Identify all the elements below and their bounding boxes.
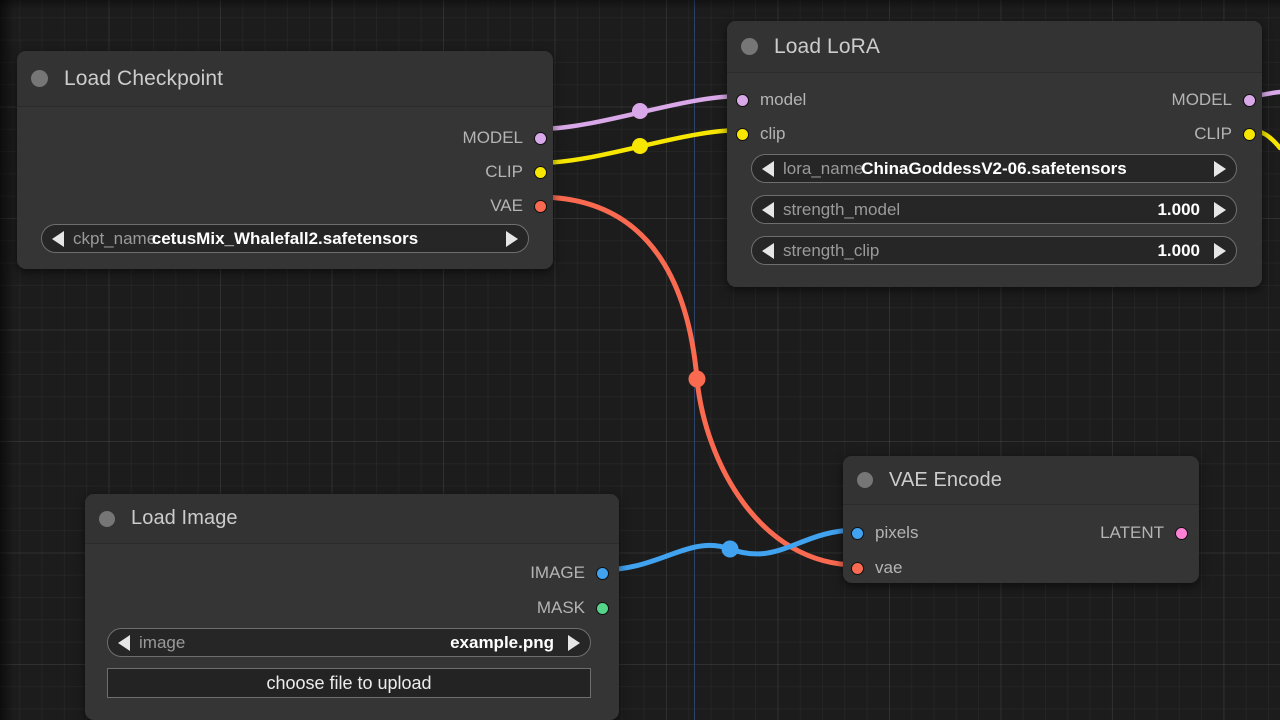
output-dot-mask[interactable] xyxy=(596,601,609,615)
output-dot-latent[interactable] xyxy=(1175,526,1188,540)
output-dot-model[interactable] xyxy=(1243,93,1256,107)
node-title-label: Load Checkpoint xyxy=(64,66,224,90)
input-slot-model[interactable]: model xyxy=(736,90,806,110)
link-clip-midpoint[interactable] xyxy=(632,138,648,154)
node-title-bar[interactable]: VAE Encode xyxy=(843,456,1199,505)
widget-strength-model[interactable]: strength_model 1.000 xyxy=(751,195,1237,224)
node-title-label: VAE Encode xyxy=(889,468,1002,491)
widget-lora-name[interactable]: lora_name ChinaGoddessV2-06.safetensors xyxy=(751,154,1237,183)
output-slot-label: LATENT xyxy=(1100,523,1164,542)
widget-value: example.png xyxy=(450,632,554,652)
output-slot-label: VAE xyxy=(490,196,523,215)
input-dot-vae[interactable] xyxy=(851,561,864,575)
input-dot-clip[interactable] xyxy=(736,127,749,141)
output-slot-label: MODEL xyxy=(1171,90,1232,109)
link-image-midpoint[interactable] xyxy=(721,540,739,558)
button-label: choose file to upload xyxy=(266,672,432,693)
widget-value: 1.000 xyxy=(1157,199,1200,219)
collapse-toggle-icon[interactable] xyxy=(99,510,115,527)
node-title-bar[interactable]: Load Image xyxy=(85,494,619,544)
widget-label: strength_clip xyxy=(783,240,880,260)
node-vae-encode[interactable]: VAE Encode pixels vae LATENT xyxy=(843,456,1199,583)
node-body: pixels vae LATENT xyxy=(843,505,1199,583)
output-slot-mask[interactable]: MASK xyxy=(537,598,609,618)
link-vae-midpoint[interactable] xyxy=(688,370,706,388)
node-load-lora[interactable]: Load LoRA model clip MODEL CLIP lora_nam… xyxy=(727,21,1262,287)
output-dot-model[interactable] xyxy=(534,131,547,145)
choose-file-to-upload-button[interactable]: choose file to upload xyxy=(107,668,591,698)
output-slot-label: IMAGE xyxy=(530,563,585,582)
node-title-bar[interactable]: Load LoRA xyxy=(727,21,1262,73)
node-body: model clip MODEL CLIP lora_name ChinaGod… xyxy=(727,73,1262,287)
node-title-bar[interactable]: Load Checkpoint xyxy=(17,51,553,107)
widget-value: ChinaGoddessV2-06.safetensors xyxy=(861,158,1127,178)
increment-arrow-icon[interactable] xyxy=(1214,201,1226,218)
widget-label: image xyxy=(139,632,186,652)
output-slot-label: CLIP xyxy=(485,162,523,181)
decrement-arrow-icon[interactable] xyxy=(762,201,774,218)
decrement-arrow-icon[interactable] xyxy=(52,230,64,247)
input-slot-label: vae xyxy=(875,558,903,577)
output-dot-vae[interactable] xyxy=(534,199,547,213)
widget-image[interactable]: image example.png xyxy=(107,628,591,657)
node-body: IMAGE MASK image example.png choose file… xyxy=(85,544,619,720)
output-dot-image[interactable] xyxy=(596,566,609,580)
decrement-arrow-icon[interactable] xyxy=(118,634,130,651)
node-load-image[interactable]: Load Image IMAGE MASK image example.png … xyxy=(85,494,619,720)
node-graph-canvas[interactable]: Load Checkpoint MODEL CLIP VAE ckpt_name… xyxy=(0,0,1280,720)
widget-value: cetusMix_Whalefall2.safetensors xyxy=(151,228,419,248)
input-slot-label: model xyxy=(760,90,807,109)
increment-arrow-icon[interactable] xyxy=(1214,242,1226,259)
collapse-toggle-icon[interactable] xyxy=(31,70,48,87)
output-slot-image[interactable]: IMAGE xyxy=(530,563,609,583)
output-slot-clip[interactable]: CLIP xyxy=(485,162,547,182)
input-dot-model[interactable] xyxy=(736,93,749,107)
node-title-label: Load LoRA xyxy=(774,34,880,58)
output-dot-clip[interactable] xyxy=(534,165,547,179)
increment-arrow-icon[interactable] xyxy=(568,634,580,651)
output-slot-clip[interactable]: CLIP xyxy=(1194,124,1256,144)
widget-value: 1.000 xyxy=(1157,240,1200,260)
decrement-arrow-icon[interactable] xyxy=(762,242,774,259)
node-body: MODEL CLIP VAE ckpt_name cetusMix_Whalef… xyxy=(17,107,553,269)
collapse-toggle-icon[interactable] xyxy=(741,38,758,55)
output-slot-vae[interactable]: VAE xyxy=(490,196,547,216)
input-slot-clip[interactable]: clip xyxy=(736,124,786,144)
widget-label: lora_name xyxy=(783,158,864,178)
output-slot-label: CLIP xyxy=(1194,124,1232,143)
widget-strength-clip[interactable]: strength_clip 1.000 xyxy=(751,236,1237,265)
widget-ckpt-name[interactable]: ckpt_name cetusMix_Whalefall2.safetensor… xyxy=(41,224,529,253)
input-slot-vae[interactable]: vae xyxy=(851,558,902,578)
output-slot-latent[interactable]: LATENT xyxy=(1100,523,1188,543)
output-slot-model[interactable]: MODEL xyxy=(1172,90,1256,110)
widget-label: strength_model xyxy=(783,199,901,219)
output-slot-label: MASK xyxy=(536,598,585,617)
decrement-arrow-icon[interactable] xyxy=(762,160,774,177)
output-slot-label: MODEL xyxy=(462,128,523,147)
link-model-midpoint[interactable] xyxy=(632,103,648,119)
output-slot-model[interactable]: MODEL xyxy=(463,128,547,148)
increment-arrow-icon[interactable] xyxy=(1214,160,1226,177)
node-load-checkpoint[interactable]: Load Checkpoint MODEL CLIP VAE ckpt_name… xyxy=(17,51,553,269)
widget-label: ckpt_name xyxy=(73,228,157,248)
node-title-label: Load Image xyxy=(131,507,238,529)
input-dot-pixels[interactable] xyxy=(851,526,864,540)
input-slot-label: clip xyxy=(760,124,786,143)
input-slot-label: pixels xyxy=(875,523,919,542)
increment-arrow-icon[interactable] xyxy=(506,230,518,247)
input-slot-pixels[interactable]: pixels xyxy=(851,523,918,543)
collapse-toggle-icon[interactable] xyxy=(857,472,873,488)
output-dot-clip[interactable] xyxy=(1243,127,1256,141)
